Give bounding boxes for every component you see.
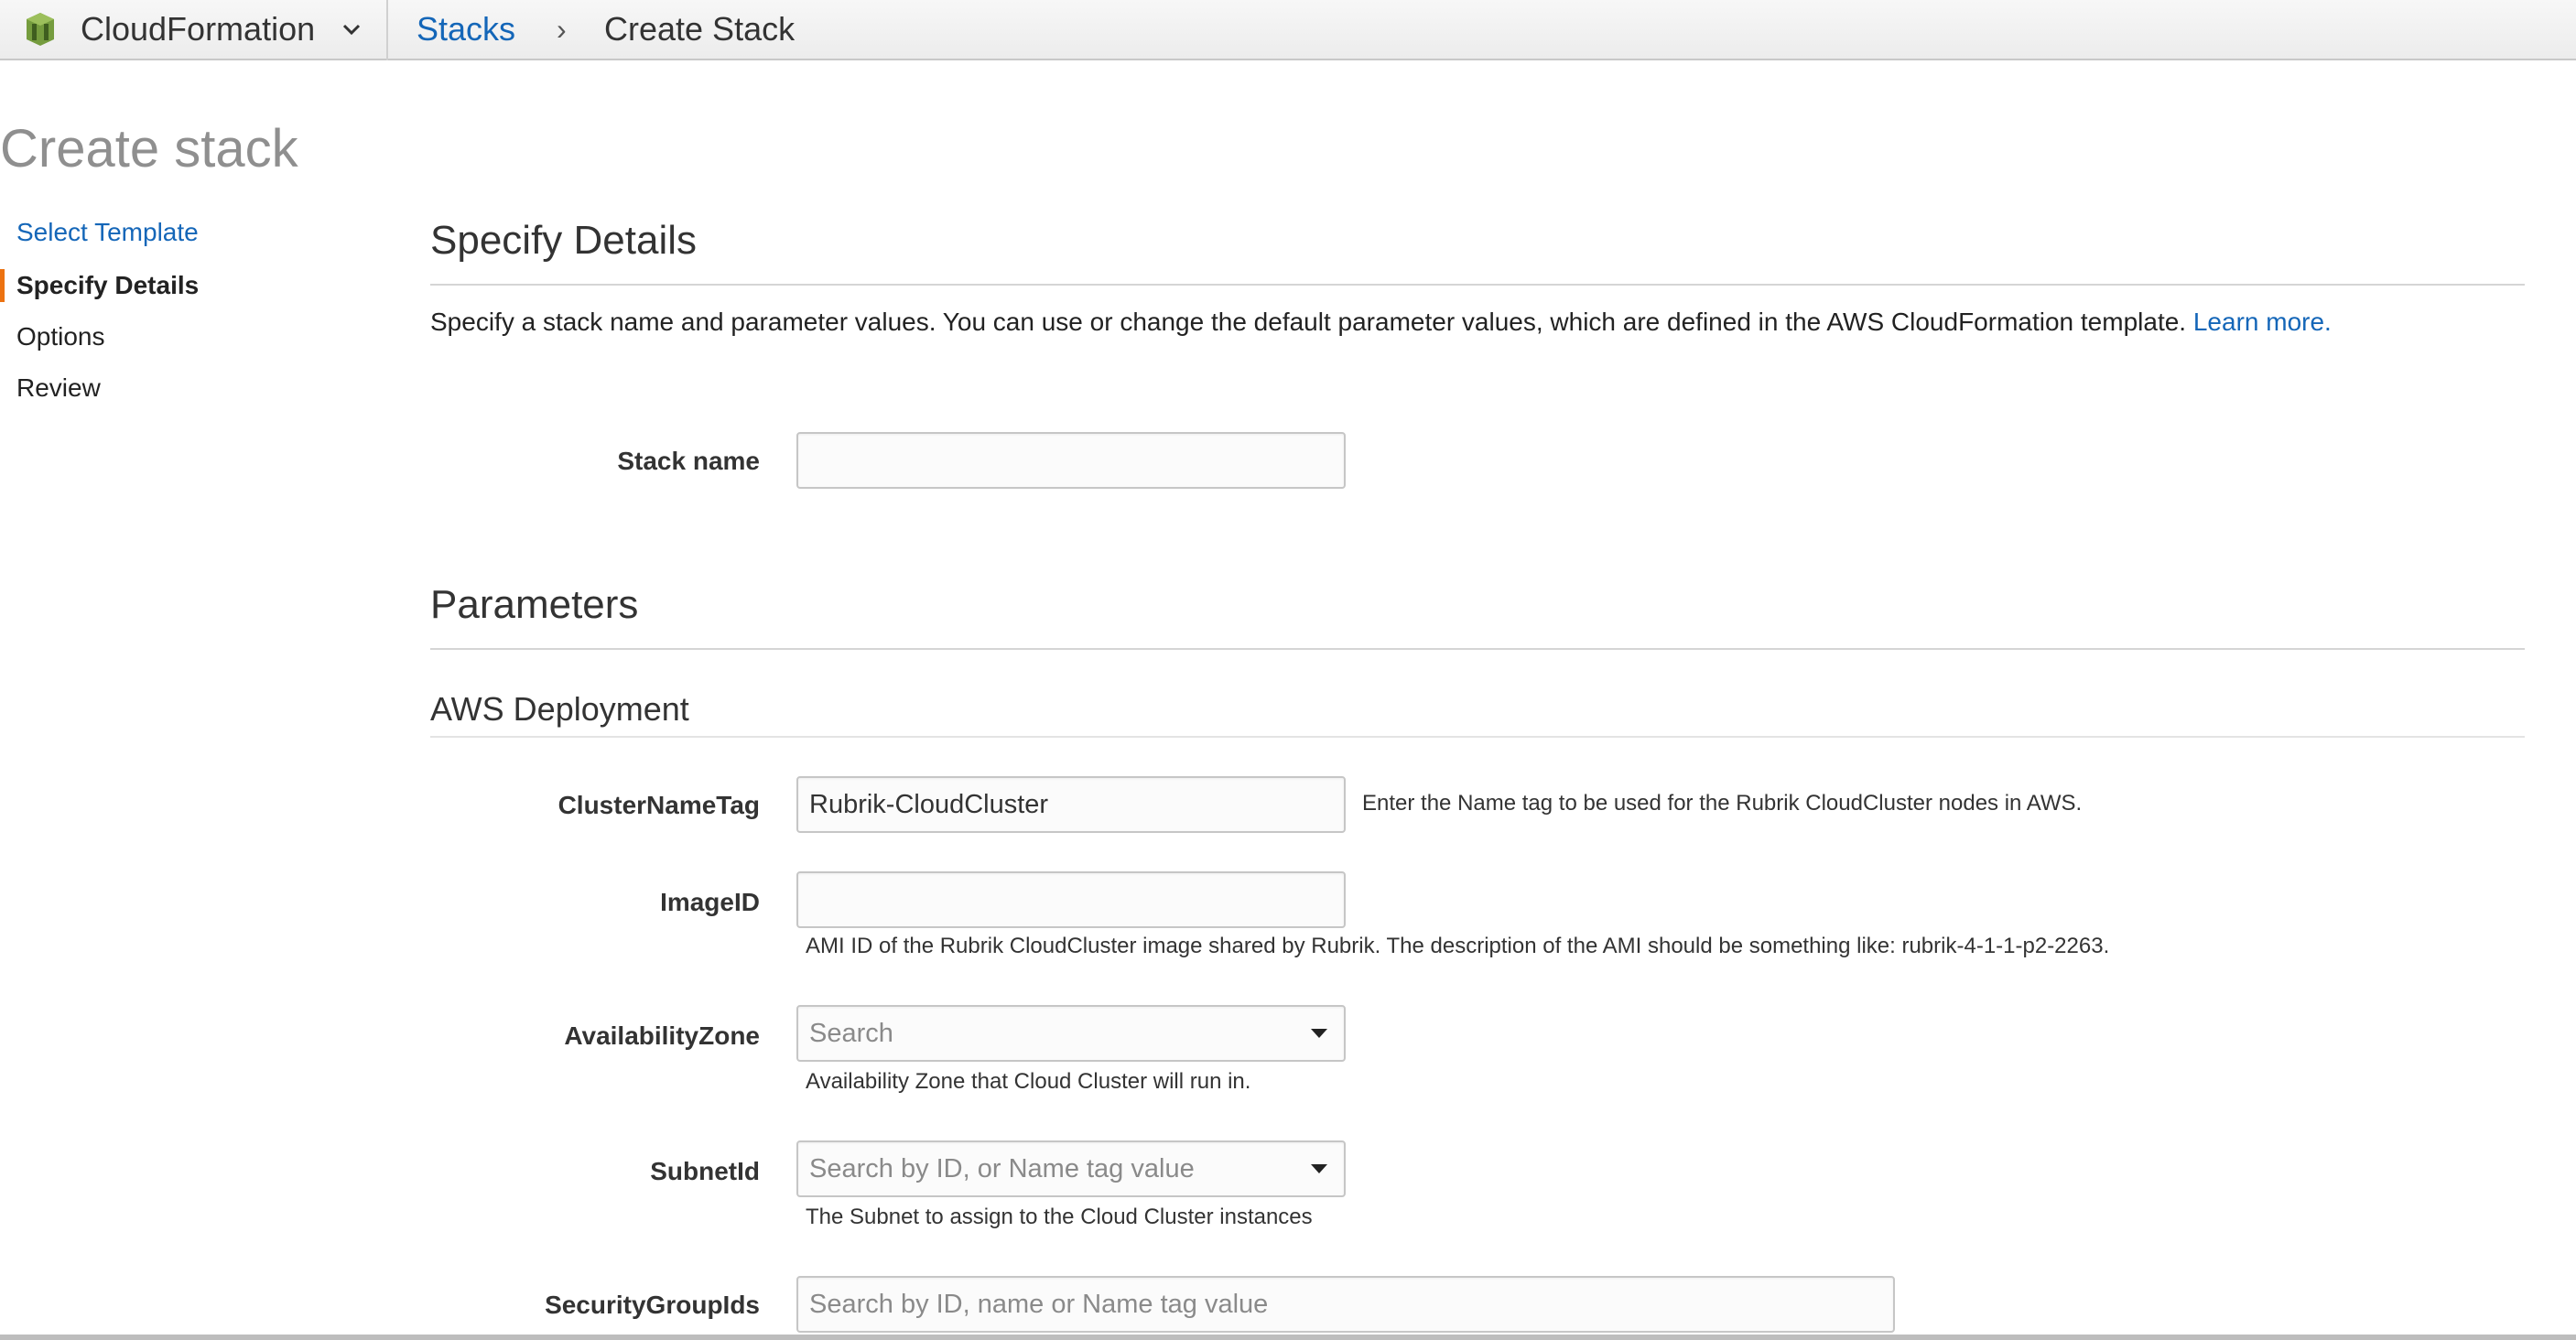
security-group-ids-placeholder: Search by ID, name or Name tag value: [809, 1290, 1269, 1319]
wizard-step-review: Review: [16, 373, 101, 402]
stack-name-input[interactable]: [796, 432, 1346, 489]
aws-deployment-heading: AWS Deployment: [430, 690, 689, 728]
breadcrumb-separator: ›: [557, 13, 567, 46]
security-group-ids-label: SecurityGroupIds: [545, 1291, 760, 1319]
subnet-id-select[interactable]: Search by ID, or Name tag value: [796, 1140, 1346, 1197]
wizard-step-specify-details: Specify Details: [16, 271, 200, 299]
specify-details-description: Specify a stack name and parameter value…: [430, 306, 2332, 339]
chevron-down-icon[interactable]: [339, 16, 364, 42]
topbar-divider: [386, 0, 388, 60]
availability-zone-help: Availability Zone that Cloud Cluster wil…: [806, 1069, 1251, 1094]
group-divider: [430, 736, 2525, 738]
subnet-id-label: SubnetId: [650, 1157, 760, 1185]
dropdown-arrow-icon: [1311, 1164, 1327, 1173]
window-bottom-edge: [0, 1335, 2576, 1340]
cluster-name-tag-label: ClusterNameTag: [557, 791, 760, 819]
cluster-name-tag-help: Enter the Name tag to be used for the Ru…: [1362, 791, 2083, 816]
subnet-id-placeholder: Search by ID, or Name tag value: [809, 1154, 1195, 1183]
image-id-help: AMI ID of the Rubrik CloudCluster image …: [806, 934, 2110, 958]
subnet-id-help: The Subnet to assign to the Cloud Cluste…: [806, 1205, 1313, 1229]
breadcrumb-current: Create Stack: [604, 10, 796, 48]
wizard-step-select-template[interactable]: Select Template: [16, 216, 199, 249]
wizard-step-options: Options: [16, 322, 105, 351]
stack-name-label: Stack name: [617, 447, 760, 475]
active-step-marker: [0, 269, 5, 302]
service-name[interactable]: CloudFormation: [81, 9, 315, 49]
section-divider: [430, 648, 2525, 650]
security-group-ids-input[interactable]: Search by ID, name or Name tag value: [796, 1276, 1895, 1333]
cloudformation-logo-icon[interactable]: [24, 11, 57, 48]
description-text: Specify a stack name and parameter value…: [430, 308, 2187, 336]
page-title: Create stack: [0, 119, 298, 178]
breadcrumb-stacks-link[interactable]: Stacks: [417, 9, 515, 49]
top-nav-bar: CloudFormation Stacks › Create Stack: [0, 0, 2576, 60]
availability-zone-placeholder: Search: [809, 1019, 893, 1048]
dropdown-arrow-icon: [1311, 1029, 1327, 1038]
specify-details-heading: Specify Details: [430, 218, 698, 263]
section-divider: [430, 284, 2525, 286]
learn-more-link[interactable]: Learn more.: [2193, 308, 2332, 336]
availability-zone-label: AvailabilityZone: [564, 1021, 760, 1050]
parameters-heading: Parameters: [430, 582, 639, 627]
availability-zone-select[interactable]: Search: [796, 1005, 1346, 1062]
image-id-input[interactable]: [796, 871, 1346, 928]
cluster-name-tag-input[interactable]: Rubrik-CloudCluster: [796, 776, 1346, 833]
image-id-label: ImageID: [660, 888, 760, 916]
